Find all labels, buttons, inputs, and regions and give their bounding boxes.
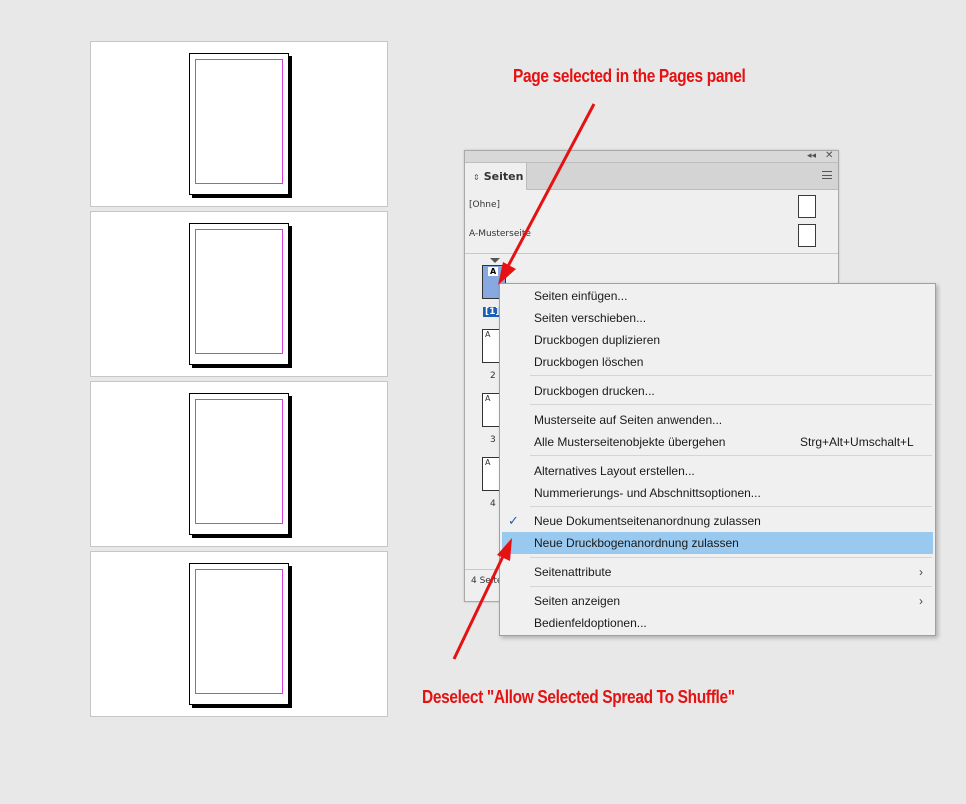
document-spread-2 bbox=[90, 211, 388, 377]
annotation-top: Page selected in the Pages panel bbox=[513, 66, 746, 86]
menu-item-label: Alternatives Layout erstellen... bbox=[534, 464, 695, 478]
menu-item-apply-master[interactable]: Musterseite auf Seiten anwenden... bbox=[502, 409, 933, 431]
menu-separator bbox=[530, 455, 932, 456]
menu-item-print-spread[interactable]: Druckbogen drucken... bbox=[502, 380, 933, 402]
menu-item-duplicate-spread[interactable]: Druckbogen duplizieren bbox=[502, 329, 933, 351]
menu-separator bbox=[530, 586, 932, 587]
menu-item-create-alt-layout[interactable]: Alternatives Layout erstellen... bbox=[502, 460, 933, 482]
margin-guide bbox=[195, 229, 283, 354]
menu-item-label: Neue Druckbogenanordnung zulassen bbox=[534, 536, 739, 550]
menu-item-panel-options[interactable]: Bedienfeldoptionen... bbox=[502, 612, 933, 634]
master-letter: A bbox=[485, 394, 491, 403]
tab-seiten[interactable]: ⇕ Seiten bbox=[465, 163, 527, 190]
master-item-none[interactable]: [Ohne] bbox=[469, 200, 500, 210]
margin-guide bbox=[195, 569, 283, 694]
document-spread-4 bbox=[90, 551, 388, 717]
menu-item-label: Seiten einfügen... bbox=[534, 289, 628, 303]
menu-item-label: Seiten verschieben... bbox=[534, 311, 647, 325]
menu-item-numbering-options[interactable]: Nummerierungs- und Abschnittsoptionen... bbox=[502, 482, 933, 504]
menu-item-label: Druckbogen löschen bbox=[534, 355, 644, 369]
menu-item-delete-spread[interactable]: Druckbogen löschen bbox=[502, 351, 933, 373]
menu-item-insert-pages[interactable]: Seiten einfügen... bbox=[502, 285, 933, 307]
annotation-bottom: Deselect "Allow Selected Spread To Shuff… bbox=[422, 687, 735, 707]
panel-divider bbox=[465, 253, 838, 254]
panel-titlebar[interactable]: ◂◂ ✕ bbox=[465, 149, 838, 163]
margin-guide bbox=[195, 59, 283, 184]
menu-item-label: Seiten anzeigen bbox=[534, 594, 621, 608]
menu-item-shortcut: Strg+Alt+Umschalt+L bbox=[800, 435, 914, 449]
document-page bbox=[189, 393, 289, 535]
current-page-marker-icon bbox=[490, 258, 500, 263]
menu-item-label: Alle Musterseitenobjekte übergehen bbox=[534, 435, 726, 449]
page-number-2: 2 bbox=[490, 371, 496, 381]
document-page bbox=[189, 563, 289, 705]
collapse-icon[interactable]: ◂◂ bbox=[807, 149, 816, 163]
menu-item-label: Nummerierungs- und Abschnittsoptionen... bbox=[534, 486, 761, 500]
menu-separator bbox=[530, 506, 932, 507]
document-spread-3 bbox=[90, 381, 388, 547]
pages-context-menu: Seiten einfügen... Seiten verschieben...… bbox=[499, 283, 936, 636]
tab-label: Seiten bbox=[483, 170, 524, 183]
menu-item-label: Musterseite auf Seiten anwenden... bbox=[534, 413, 723, 427]
panel-menu-icon[interactable] bbox=[822, 171, 832, 179]
menu-separator bbox=[530, 375, 932, 376]
document-spread-1 bbox=[90, 41, 388, 207]
master-item-a[interactable]: A-Musterseite bbox=[469, 229, 531, 239]
master-label: [Ohne] bbox=[469, 200, 501, 210]
menu-item-view-pages[interactable]: Seiten anzeigen › bbox=[502, 590, 933, 612]
master-thumb-a[interactable] bbox=[798, 224, 816, 247]
menu-separator bbox=[530, 404, 932, 405]
menu-item-allow-document-pages-shuffle[interactable]: ✓ Neue Dokumentseitenanordnung zulassen bbox=[502, 510, 933, 532]
submenu-arrow-icon: › bbox=[919, 594, 923, 608]
menu-item-page-attributes[interactable]: Seitenattribute › bbox=[502, 561, 933, 583]
menu-separator bbox=[530, 557, 932, 558]
menu-item-label: Seitenattribute bbox=[534, 565, 612, 579]
master-thumb-none[interactable] bbox=[798, 195, 816, 218]
menu-item-override-master-items[interactable]: Alle Musterseitenobjekte übergehen Strg+… bbox=[502, 431, 933, 453]
master-letter: A bbox=[485, 330, 491, 339]
master-letter: A bbox=[485, 458, 491, 467]
submenu-arrow-icon: › bbox=[919, 565, 923, 579]
page-count: 4 Seiten bbox=[471, 576, 501, 586]
menu-item-label: Druckbogen duplizieren bbox=[534, 333, 661, 347]
master-letter: A bbox=[488, 267, 499, 276]
menu-item-label: Bedienfeldoptionen... bbox=[534, 616, 647, 630]
menu-item-allow-spread-shuffle[interactable]: Neue Druckbogenanordnung zulassen bbox=[502, 532, 933, 554]
check-icon: ✓ bbox=[508, 513, 519, 528]
page-number-4: 4 bbox=[490, 499, 496, 509]
panel-tabbar: ⇕ Seiten bbox=[465, 163, 838, 190]
close-icon[interactable]: ✕ bbox=[825, 149, 833, 163]
menu-item-label: Druckbogen drucken... bbox=[534, 384, 655, 398]
page-number-1: [1] bbox=[483, 307, 499, 317]
tab-updown-icon: ⇕ bbox=[473, 173, 480, 182]
menu-item-label: Neue Dokumentseitenanordnung zulassen bbox=[534, 514, 761, 528]
margin-guide bbox=[195, 399, 283, 524]
document-page bbox=[189, 223, 289, 365]
master-label: A-Musterseite bbox=[469, 229, 531, 239]
menu-item-move-pages[interactable]: Seiten verschieben... bbox=[502, 307, 933, 329]
document-page bbox=[189, 53, 289, 195]
page-number-3: 3 bbox=[490, 435, 496, 445]
